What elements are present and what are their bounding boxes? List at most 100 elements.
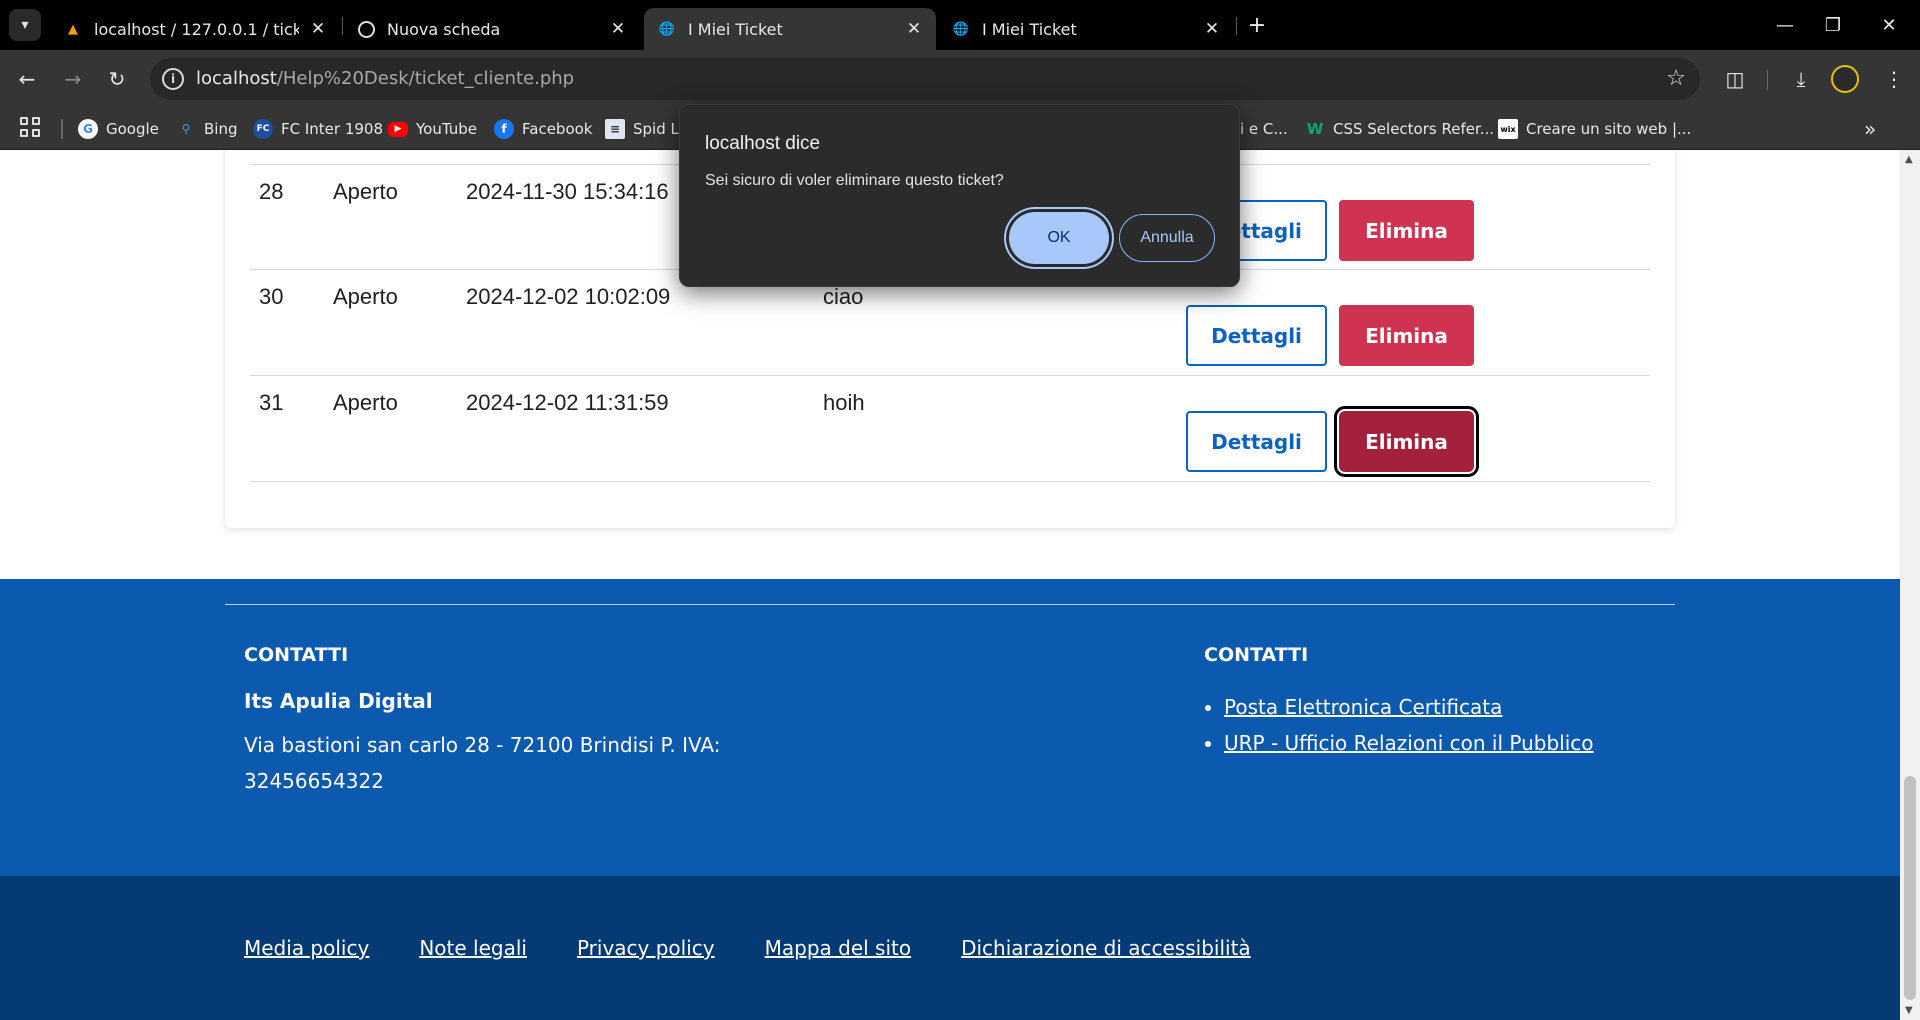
footer-legal: Media policy Note legali Privacy policy … xyxy=(0,876,1900,1020)
reload-button[interactable]: ↻ xyxy=(100,62,134,96)
w3schools-icon: W xyxy=(1306,120,1324,138)
delete-button[interactable]: Elimina xyxy=(1339,305,1474,366)
tab-title: localhost / 127.0.0.1 / ticket_ma xyxy=(94,19,299,39)
ticket-status: Aperto xyxy=(333,390,398,415)
plus-icon: + xyxy=(1247,12,1267,38)
cancel-button[interactable]: Annulla xyxy=(1119,214,1215,262)
bookmark-youtube[interactable]: ▶ YouTube xyxy=(388,118,477,140)
bookmark-wix[interactable]: wix Creare un sito web |... xyxy=(1498,118,1691,140)
footer-heading-right: CONTATTI xyxy=(1204,644,1309,666)
scrollbar-thumb[interactable] xyxy=(1904,776,1916,1000)
details-button[interactable]: Dettagli xyxy=(1186,305,1327,366)
close-icon[interactable]: ✕ xyxy=(308,19,328,39)
sitemap-link[interactable]: Mappa del sito xyxy=(765,936,911,960)
extensions-icon[interactable]: ◫ xyxy=(1719,63,1751,95)
back-button[interactable]: ← xyxy=(10,62,44,96)
facebook-icon: f xyxy=(494,119,514,139)
youtube-icon: ▶ xyxy=(388,121,408,137)
bookmark-css-selectors[interactable]: W CSS Selectors Refer... xyxy=(1305,118,1494,140)
google-icon: G xyxy=(78,119,98,139)
ticket-status: Aperto xyxy=(333,284,398,309)
ticket-id: 30 xyxy=(259,284,284,309)
footer-legal-links: Media policy Note legali Privacy policy … xyxy=(244,936,1251,960)
apps-grid-icon[interactable] xyxy=(20,117,44,141)
footer-address: Via bastioni san carlo 28 - 72100 Brindi… xyxy=(244,733,721,793)
menu-kebab-icon[interactable]: ⋮ xyxy=(1878,63,1910,95)
info-icon[interactable]: i xyxy=(162,68,184,90)
bookmark-label: i e C... xyxy=(1240,120,1288,138)
dialog-title: localhost dice xyxy=(705,133,821,154)
tab-my-tickets-active[interactable]: 🌐 I Miei Ticket ✕ xyxy=(644,8,936,50)
globe-icon: 🌐 xyxy=(658,21,676,37)
confirm-dialog: localhost dice Sei sicuro di voler elimi… xyxy=(679,104,1240,287)
chevron-down-icon: ▾ xyxy=(21,17,29,33)
url-path: /Help%20Desk/ticket_cliente.php xyxy=(276,68,575,89)
restore-button[interactable]: ❐ xyxy=(1810,8,1856,42)
address-bar[interactable]: i localhost/Help%20Desk/ticket_cliente.p… xyxy=(150,58,1700,100)
bookmark-label: Creare un sito web |... xyxy=(1526,120,1692,138)
ticket-description: hoih xyxy=(823,390,865,415)
dialog-message: Sei sicuro di voler eliminare questo tic… xyxy=(705,172,1004,189)
tab-search-button[interactable]: ▾ xyxy=(9,9,41,41)
details-button[interactable]: Dettagli xyxy=(1186,411,1327,472)
delete-button-focused[interactable]: Elimina xyxy=(1334,406,1479,477)
ticket-status: Aperto xyxy=(333,179,398,204)
close-window-button[interactable]: ✕ xyxy=(1866,8,1912,42)
tab-strip: ▾ ▲ localhost / 127.0.0.1 / ticket_ma ✕ … xyxy=(0,0,1920,50)
ticket-id: 28 xyxy=(259,179,284,204)
bookmark-partial[interactable]: i e C... xyxy=(1240,118,1288,140)
bookmark-label: Bing xyxy=(204,120,238,138)
chevron-double-right-icon[interactable]: » xyxy=(1864,117,1876,141)
list-item: URP - Ufficio Relazioni con il Pubblico xyxy=(1224,725,1594,761)
forward-button[interactable]: → xyxy=(56,62,90,96)
wix-icon: wix xyxy=(1498,119,1518,139)
tab-phpmyadmin[interactable]: ▲ localhost / 127.0.0.1 / ticket_ma ✕ xyxy=(50,8,340,50)
ticket-date: 2024-11-30 15:34:16 xyxy=(466,179,669,204)
chrome-icon xyxy=(358,20,375,38)
footer-heading-left: CONTATTI xyxy=(244,644,349,666)
tab-title: I Miei Ticket xyxy=(982,19,1077,39)
inter-logo-icon: FC xyxy=(253,119,273,139)
url-text: localhost/Help%20Desk/ticket_cliente.php xyxy=(196,68,574,89)
urp-link[interactable]: URP - Ufficio Relazioni con il Pubblico xyxy=(1224,731,1594,755)
pec-link[interactable]: Posta Elettronica Certificata xyxy=(1224,695,1502,719)
tab-my-tickets[interactable]: 🌐 I Miei Ticket ✕ xyxy=(938,8,1234,50)
bookmark-label: Google xyxy=(106,120,159,138)
arrow-right-icon: → xyxy=(64,67,82,91)
footer-contacts: CONTATTI Its Apulia Digital Via bastioni… xyxy=(0,579,1900,876)
reload-icon: ↻ xyxy=(108,67,126,91)
bookmark-spid[interactable]: ≡ Spid Lo xyxy=(605,118,688,140)
bookmark-label: FC Inter 1908 xyxy=(281,120,384,138)
bookmark-inter[interactable]: FC FC Inter 1908 xyxy=(253,118,383,140)
footer-org-name: Its Apulia Digital xyxy=(244,689,433,713)
list-item: Posta Elettronica Certificata xyxy=(1224,689,1594,725)
bookmark-label: CSS Selectors Refer... xyxy=(1333,120,1495,138)
minimize-icon: — xyxy=(1776,14,1794,36)
privacy-policy-link[interactable]: Privacy policy xyxy=(577,936,715,960)
ok-button[interactable]: OK xyxy=(1009,212,1109,264)
bookmark-star-icon[interactable]: ☆ xyxy=(1666,66,1686,91)
accessibility-link[interactable]: Dichiarazione di accessibilità xyxy=(961,936,1251,960)
bookmark-google[interactable]: G Google xyxy=(78,118,159,140)
minimize-button[interactable]: — xyxy=(1762,8,1808,42)
media-policy-link[interactable]: Media policy xyxy=(244,936,369,960)
delete-button[interactable]: Elimina xyxy=(1339,200,1474,261)
restore-icon: ❐ xyxy=(1824,14,1842,36)
close-icon[interactable]: ✕ xyxy=(1202,19,1222,39)
new-tab-button[interactable]: + xyxy=(1243,11,1271,39)
profile-avatar[interactable] xyxy=(1831,65,1859,93)
scroll-down-icon[interactable]: ▼ xyxy=(1905,1005,1913,1016)
tab-new-tab[interactable]: Nuova scheda ✕ xyxy=(344,8,640,50)
close-icon[interactable]: ✕ xyxy=(904,19,924,39)
legal-notes-link[interactable]: Note legali xyxy=(419,936,527,960)
download-icon[interactable]: ⤓ xyxy=(1785,63,1817,95)
bookmark-facebook[interactable]: f Facebook xyxy=(494,118,592,140)
page-scrollbar[interactable]: ▲ ▼ xyxy=(1900,150,1920,1020)
url-host: localhost xyxy=(196,68,277,89)
bookmark-bing[interactable]: ⚲ Bing xyxy=(176,118,238,140)
scroll-up-icon[interactable]: ▲ xyxy=(1905,154,1913,165)
ticket-date: 2024-12-02 10:02:09 xyxy=(466,284,671,309)
tab-title: Nuova scheda xyxy=(387,19,501,39)
close-icon[interactable]: ✕ xyxy=(608,19,628,39)
footer-divider xyxy=(225,604,1675,605)
